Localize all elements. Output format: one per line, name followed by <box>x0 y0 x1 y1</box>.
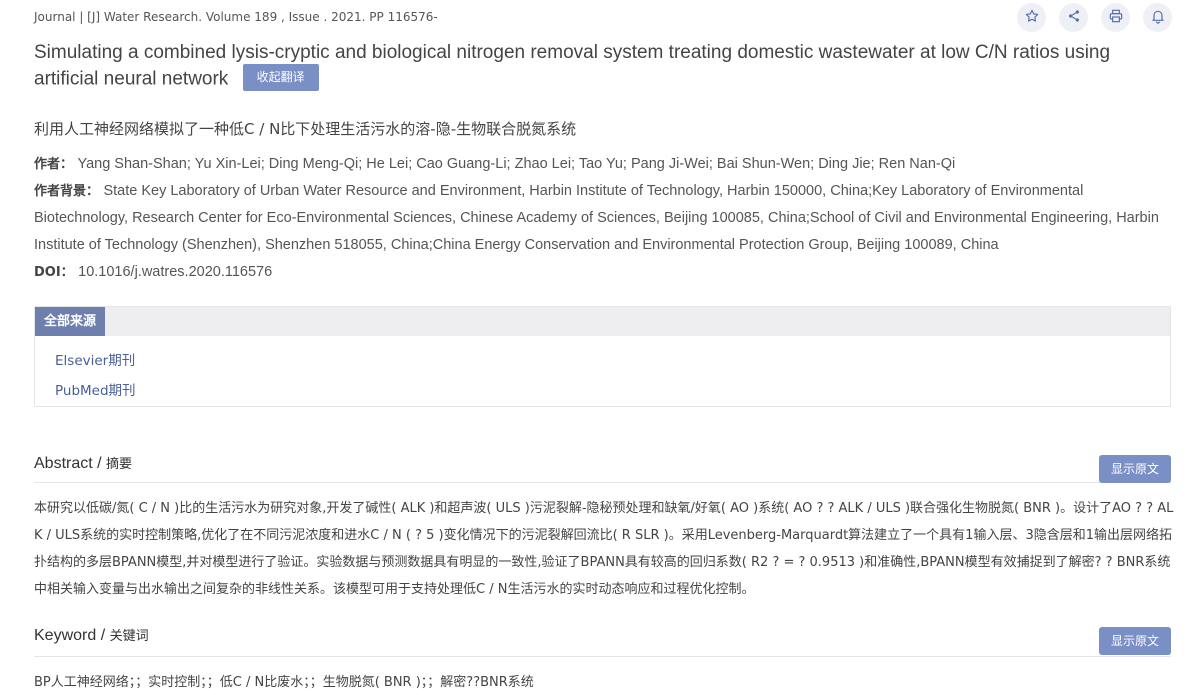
affiliation-label: 作者背景： <box>34 184 100 199</box>
favorite-button[interactable] <box>1017 3 1046 32</box>
star-icon <box>1024 8 1040 28</box>
keyword-title-cn: 关键词 <box>109 629 149 644</box>
paper-title-translation: 利用人工神经网络模拟了一种低C / N比下处理生活污水的溶-隐-生物联合脱氮系统 <box>34 120 577 138</box>
abstract-title-en: Abstract / <box>34 455 107 472</box>
notification-button[interactable] <box>1143 3 1172 32</box>
affiliation-value: State Key Laboratory of Urban Water Reso… <box>34 183 1159 253</box>
share-button[interactable] <box>1059 3 1088 32</box>
collapse-translation-button[interactable]: 收起翻译 <box>242 64 319 91</box>
affiliation-row: 作者背景： State Key Laboratory of Urban Wate… <box>34 178 1174 259</box>
source-link-elsevier[interactable]: Elsevier期刊 <box>55 349 135 369</box>
journal-info: Journal | [J] Water Research. Volume 189… <box>34 10 438 24</box>
abstract-title-cn: 摘要 <box>106 457 133 472</box>
keyword-list: BP人工神经网络；；实时控制；；低C / N比废水；；生物脱氮( BNR )；；… <box>34 675 534 690</box>
print-icon <box>1108 8 1124 28</box>
abstract-title: Abstract / 摘要 <box>34 455 132 472</box>
sources-header: 全部来源 <box>35 307 1170 336</box>
keyword-show-original-button[interactable]: 显示原文 <box>1098 627 1171 655</box>
keyword-title-en: Keyword / <box>34 627 110 644</box>
abstract-header: Abstract / 摘要 显示原文 <box>34 453 1171 483</box>
keyword-header: Keyword / 关键词 显示原文 <box>34 625 1171 657</box>
print-button[interactable] <box>1101 3 1130 32</box>
source-link-pubmed[interactable]: PubMed期刊 <box>55 379 136 399</box>
authors-label: 作者： <box>34 157 74 172</box>
authors-row: 作者： Yang Shan-Shan; Yu Xin-Lei; Ding Men… <box>34 151 955 178</box>
paper-title: Simulating a combined lysis-cryptic and … <box>34 40 1174 93</box>
authors-value: Yang Shan-Shan; Yu Xin-Lei; Ding Meng-Qi… <box>77 156 956 172</box>
bell-icon <box>1150 8 1166 28</box>
sources-panel: 全部来源 Elsevier期刊 PubMed期刊 <box>34 306 1171 407</box>
share-icon <box>1066 8 1082 28</box>
doi-value[interactable]: 10.1016/j.watres.2020.116576 <box>78 264 272 280</box>
top-action-bar <box>1017 3 1172 32</box>
paper-title-text: Simulating a combined lysis-cryptic and … <box>34 42 1111 90</box>
abstract-text: 本研究以低碳/氮( C / N )比的生活污水为研究对象,开发了碱性( ALK … <box>34 501 1174 597</box>
keyword-title: Keyword / 关键词 <box>34 627 149 644</box>
tab-all-sources[interactable]: 全部来源 <box>35 307 106 336</box>
doi-row: DOI： 10.1016/j.watres.2020.116576 <box>34 259 272 286</box>
doi-label: DOI： <box>34 265 74 280</box>
abstract-show-original-button[interactable]: 显示原文 <box>1098 455 1171 483</box>
